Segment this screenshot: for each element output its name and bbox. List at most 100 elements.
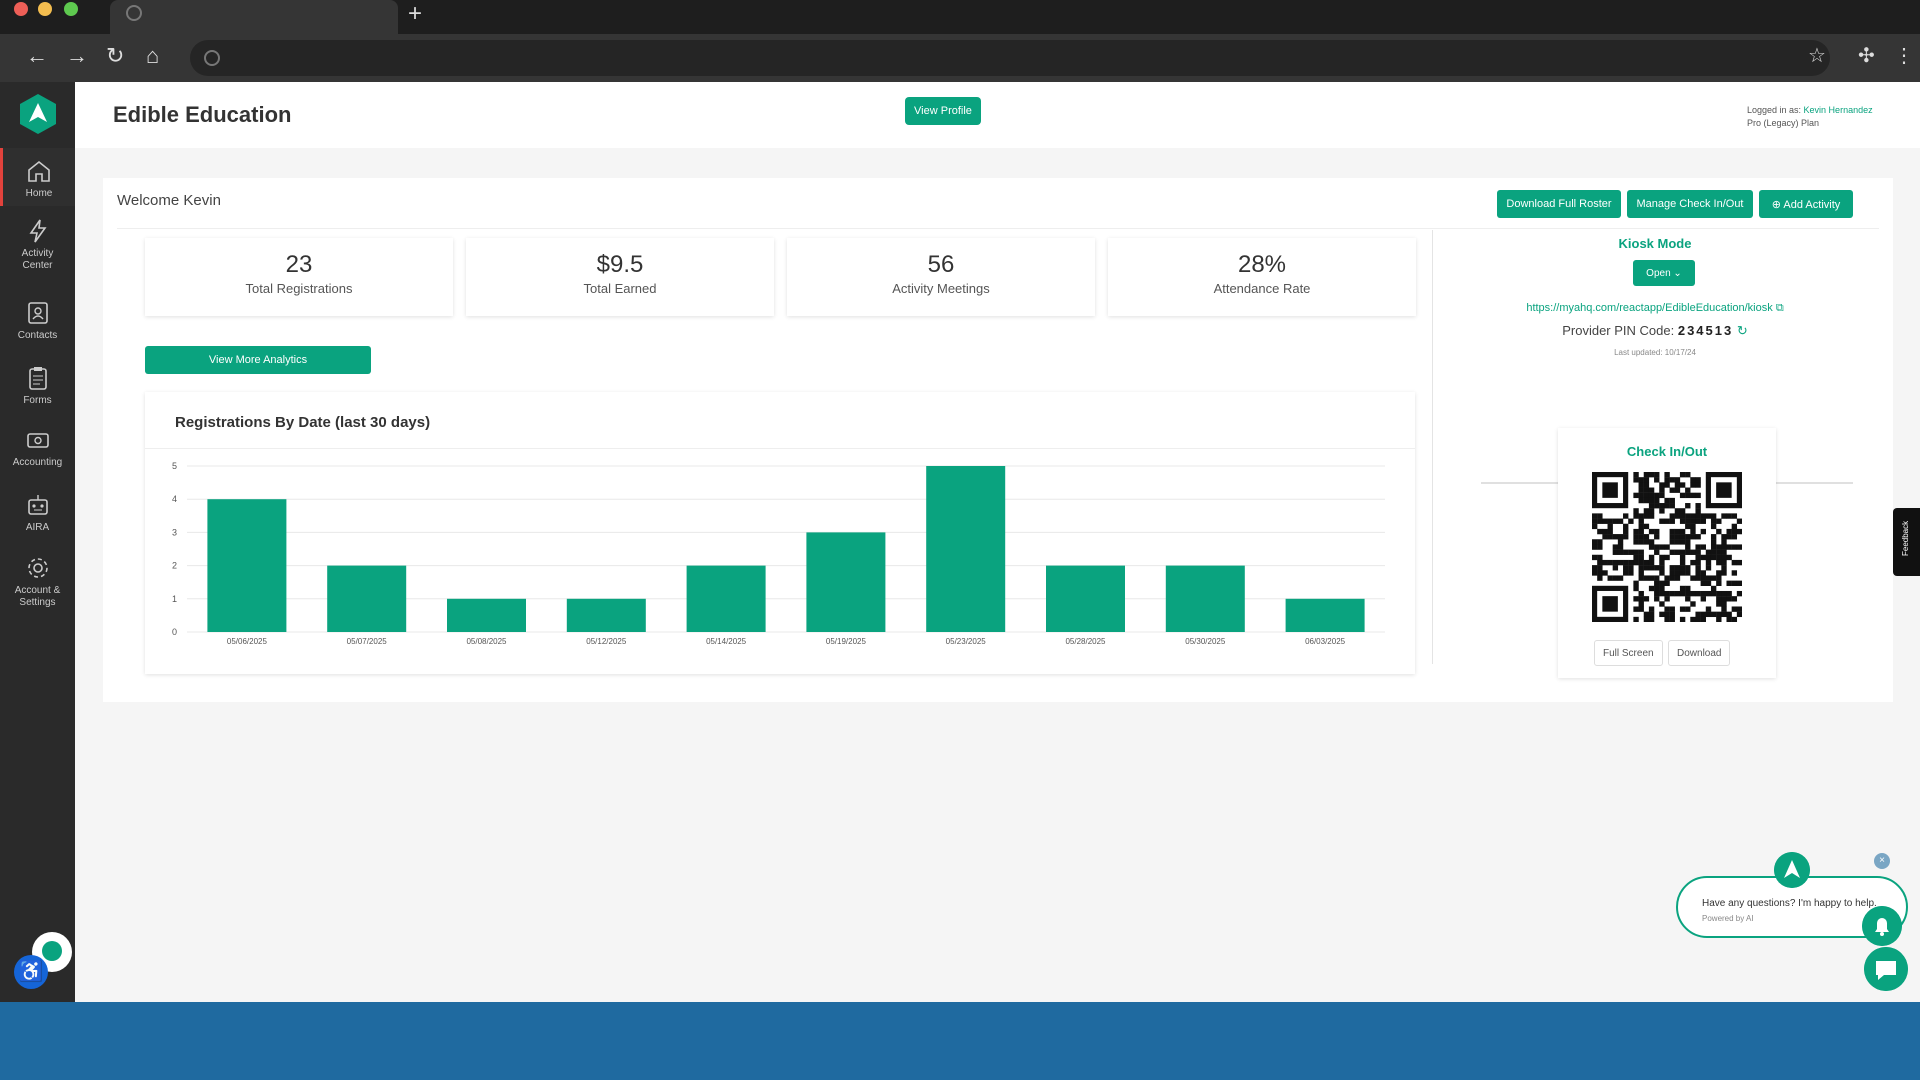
kiosk-url-link[interactable]: https://myahq.com/reactapp/EdibleEducati… — [1526, 302, 1772, 314]
bar[interactable] — [1046, 565, 1125, 632]
chat-message: Have any questions? I'm happy to help. — [1702, 898, 1877, 909]
x-tick-label: 05/19/2025 — [826, 637, 867, 646]
sidebar-item-account-settings[interactable]: Account & Settings — [0, 555, 75, 609]
main-content: Edible Education View Profile Logged in … — [75, 82, 1920, 1002]
view-more-analytics-button[interactable]: View More Analytics — [145, 346, 371, 374]
sidebar-item-contacts[interactable]: Contacts — [0, 300, 75, 342]
minimize-window-icon[interactable] — [38, 2, 52, 16]
user-link[interactable]: Kevin Hernandez — [1804, 105, 1873, 115]
x-tick-label: 05/06/2025 — [227, 637, 268, 646]
full-screen-button[interactable]: Full Screen — [1594, 640, 1663, 666]
kiosk-mode-title: Kiosk Mode — [1618, 236, 1692, 251]
contacts-icon — [27, 302, 48, 324]
stat-card-earned: $9.5 Total Earned — [466, 238, 774, 316]
feedback-tab[interactable]: Feedback — [1893, 508, 1920, 576]
browser-menu-icon[interactable]: ⋮ — [1894, 45, 1914, 67]
y-tick-label: 2 — [172, 561, 177, 571]
login-info: Logged in as: Kevin Hernandez Pro (Legac… — [1747, 104, 1873, 130]
plan-label: Pro (Legacy) Plan — [1747, 118, 1820, 128]
x-tick-label: 05/07/2025 — [347, 637, 388, 646]
close-window-icon[interactable] — [14, 2, 28, 16]
manage-check-button[interactable]: Manage Check In/Out — [1627, 190, 1753, 218]
bar[interactable] — [566, 598, 646, 632]
add-activity-button[interactable]: ⊕ Add Activity — [1759, 190, 1853, 218]
welcome-message: Welcome Kevin — [117, 192, 221, 209]
x-tick-label: 05/12/2025 — [586, 637, 627, 646]
money-icon — [26, 433, 49, 448]
last-updated: Last updated: 10/17/24 — [1614, 348, 1696, 357]
bookmark-star-icon[interactable]: ☆ — [1808, 45, 1826, 67]
address-bar[interactable] — [190, 40, 1830, 76]
refresh-icon[interactable]: ↻ — [1737, 323, 1748, 338]
download-qr-button[interactable]: Download — [1668, 640, 1731, 666]
bolt-icon — [28, 219, 47, 243]
chevron-down-icon: ⌄ — [1673, 267, 1682, 279]
sidebar-item-aira[interactable]: AIRA — [0, 492, 75, 534]
bar[interactable] — [926, 466, 1006, 632]
browser-tab[interactable] — [110, 0, 398, 34]
reload-icon[interactable]: ↻ — [106, 44, 124, 68]
divider — [117, 228, 1879, 229]
kiosk-url[interactable]: https://myahq.com/reactapp/EdibleEducati… — [1433, 302, 1877, 315]
forward-icon[interactable]: → — [66, 44, 88, 68]
feedback-label: Feedback — [1901, 520, 1910, 556]
browser-toolbar: ← → ↻ ⌂ ☆ ✣ ⋮ — [0, 34, 1920, 82]
page-title: Edible Education — [113, 102, 292, 127]
back-icon[interactable]: ← — [26, 44, 48, 68]
chart-divider — [145, 448, 1415, 449]
stat-value: 56 — [927, 251, 955, 278]
chat-open-icon[interactable] — [1864, 947, 1908, 991]
app-logo-mini-icon — [42, 941, 62, 961]
sidebar-item-activity-center[interactable]: Activity Center — [0, 218, 75, 272]
bar[interactable] — [207, 499, 287, 632]
sidebar-item-home[interactable]: Home — [0, 148, 75, 206]
view-profile-button[interactable]: View Profile — [905, 97, 981, 125]
y-tick-label: 3 — [172, 527, 177, 537]
bar[interactable] — [327, 565, 407, 632]
sidebar-item-accounting[interactable]: Accounting — [0, 427, 75, 469]
stat-value: 23 — [285, 251, 313, 278]
pin-row: Provider PIN Code: 234513 ↻ — [1433, 323, 1877, 339]
new-tab-icon[interactable]: + — [408, 1, 422, 27]
stat-value: 28% — [1237, 251, 1287, 278]
stat-card-attendance: 28% Attendance Rate — [1108, 238, 1416, 316]
x-tick-label: 05/23/2025 — [946, 637, 987, 646]
bar[interactable] — [686, 565, 766, 632]
download-roster-button[interactable]: Download Full Roster — [1497, 190, 1621, 218]
logged-in-label: Logged in as: — [1747, 105, 1804, 115]
bar[interactable] — [1285, 598, 1365, 632]
plus-circle-icon: ⊕ — [1771, 198, 1784, 211]
close-chat-icon[interactable]: × — [1874, 853, 1890, 869]
clipboard-icon — [28, 367, 47, 390]
dashboard-card: Welcome Kevin Download Full Roster Manag… — [103, 178, 1893, 702]
add-activity-label: Add Activity — [1783, 198, 1841, 211]
y-tick-label: 1 — [172, 594, 177, 604]
check-in-title: Check In/Out — [1626, 444, 1708, 459]
home-icon — [28, 160, 50, 182]
gear-icon — [27, 558, 48, 578]
stat-label: Activity Meetings — [892, 281, 990, 296]
notification-bell-icon[interactable] — [1862, 906, 1902, 946]
app-logo[interactable] — [18, 92, 58, 136]
x-tick-label: 05/14/2025 — [706, 637, 747, 646]
copy-icon[interactable]: ⧉ — [1776, 302, 1784, 314]
stat-label: Total Earned — [583, 281, 657, 296]
page-header: Edible Education View Profile Logged in … — [75, 82, 1920, 148]
y-tick-label: 5 — [172, 461, 177, 471]
browser-tab-bar: + — [0, 0, 1920, 34]
chat-bot-avatar-icon — [1774, 852, 1810, 888]
open-label: Open — [1646, 267, 1671, 279]
bar[interactable] — [806, 532, 886, 632]
site-info-icon[interactable] — [204, 50, 220, 66]
maximize-window-icon[interactable] — [64, 2, 78, 16]
stat-label: Total Registrations — [245, 281, 353, 296]
kiosk-open-dropdown[interactable]: Open ⌄ — [1633, 260, 1695, 286]
home-browser-icon[interactable]: ⌂ — [146, 44, 159, 68]
bar[interactable] — [1165, 565, 1245, 632]
accessibility-icon[interactable]: ♿ — [14, 955, 48, 989]
x-tick-label: 05/28/2025 — [1065, 637, 1106, 646]
chart-title: Registrations By Date (last 30 days) — [175, 414, 431, 431]
sidebar-item-forms[interactable]: Forms — [0, 365, 75, 407]
bar[interactable] — [447, 598, 526, 632]
extensions-icon[interactable]: ✣ — [1858, 45, 1875, 67]
